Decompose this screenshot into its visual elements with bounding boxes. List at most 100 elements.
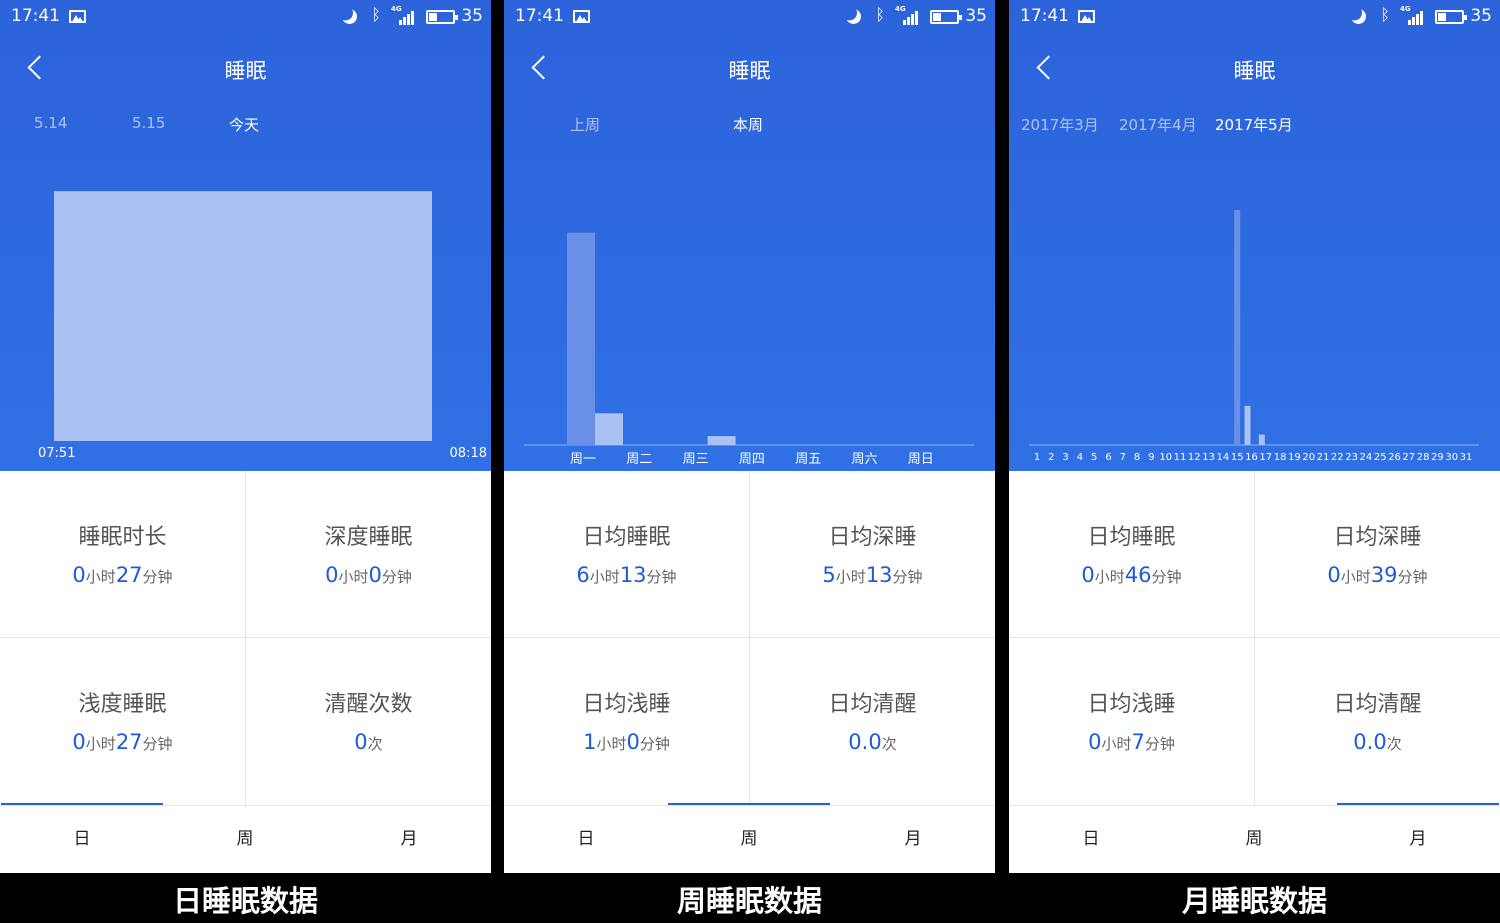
tab-bar: 日 周 月: [0, 805, 491, 873]
tab-day[interactable]: 日: [1009, 806, 1173, 873]
x-tick-label: 7: [1120, 452, 1126, 463]
period-item-active[interactable]: 今天: [229, 114, 259, 135]
x-tick-label: 周三: [683, 452, 709, 467]
stat-value: 0小时0分钟: [325, 563, 412, 587]
signal-icon: 4G: [1400, 5, 1426, 25]
deep-sleep-bar: [1234, 210, 1241, 445]
stat-label: 日均睡眠: [1087, 525, 1176, 550]
x-tick-label: 23: [1345, 452, 1358, 463]
tab-month[interactable]: 月: [831, 806, 995, 873]
caption-week: 周睡眠数据: [676, 884, 822, 918]
divider: [245, 471, 246, 805]
period-item[interactable]: 5.15: [132, 114, 165, 132]
stat-awake-count: 清醒次数 0次: [246, 638, 491, 805]
x-tick-label: 31: [1460, 452, 1473, 463]
tab-bar: 日 周 月: [1009, 805, 1500, 873]
divider: [1009, 637, 1500, 638]
stat-label: 日均深睡: [828, 525, 917, 550]
stat-value: 6小时13分钟: [576, 563, 677, 587]
tab-month[interactable]: 月: [327, 806, 491, 873]
stat-label: 日均深睡: [1333, 525, 1422, 550]
stat-light-sleep: 浅度睡眠 0小时27分钟: [0, 638, 245, 805]
period-item[interactable]: 上周: [570, 114, 600, 135]
stat-value: 0.0次: [1353, 730, 1402, 754]
x-tick-label: 5: [1091, 452, 1097, 463]
period-item-active[interactable]: 本周: [733, 114, 763, 135]
battery-icon: [426, 10, 458, 24]
x-tick-label: 10: [1159, 452, 1172, 463]
week-panel: 17:41 ᛒ 4G 35 睡眠 上周 本周 周一 周二 周三 周四 周五 周六 周日 日均…: [504, 0, 995, 873]
divider: [1254, 471, 1255, 805]
battery-icon: [1435, 10, 1467, 24]
period-item[interactable]: 2017年4月: [1119, 114, 1197, 135]
caption-day: 日睡眠数据: [172, 884, 318, 918]
signal-icon: 4G: [895, 5, 921, 25]
divider: [504, 637, 995, 638]
sleep-chart-month: 1 2 3 4 5 6 7 8 9 10 11 12 13 14 15 16 17 18 19 20 21 22 23 24 2…: [1029, 210, 1479, 463]
do-not-disturb-icon: [340, 7, 359, 26]
x-tick-label: 22: [1331, 452, 1344, 463]
stat-label: 清醒次数: [324, 692, 413, 717]
tab-day[interactable]: 日: [504, 806, 668, 873]
bluetooth-icon: ᛒ: [371, 5, 381, 24]
x-tick-label: 25: [1374, 452, 1387, 463]
divider: [749, 471, 750, 805]
period-item[interactable]: 5.14: [34, 114, 67, 132]
x-tick-label: 周二: [626, 452, 652, 467]
stat-label: 深度睡眠: [324, 525, 413, 550]
stat-label: 日均浅睡: [1087, 692, 1176, 717]
bluetooth-icon: ᛒ: [875, 5, 885, 24]
tab-week[interactable]: 周: [1172, 806, 1336, 873]
x-tick-label: 周一: [570, 452, 596, 467]
image-icon: [1078, 10, 1095, 23]
sleep-chart-day: 07:51 08:18: [38, 191, 487, 461]
image-icon: [69, 10, 86, 23]
x-tick-label: 周五: [795, 452, 821, 467]
x-tick-label: 6: [1105, 452, 1111, 463]
battery-icon: [930, 10, 962, 24]
tab-month[interactable]: 月: [1336, 806, 1500, 873]
x-tick-label: 24: [1360, 452, 1373, 463]
status-bar: 17:41 ᛒ 4G 35: [1009, 0, 1500, 36]
x-tick-label: 20: [1302, 452, 1315, 463]
stat-value: 5小时13分钟: [822, 563, 923, 587]
do-not-disturb-icon: [844, 7, 863, 26]
period-item-active[interactable]: 2017年5月: [1215, 114, 1293, 135]
light-sleep-bar: [707, 436, 736, 445]
sleep-segment-bar: [54, 191, 432, 441]
tab-week[interactable]: 周: [667, 806, 831, 873]
tab-week[interactable]: 周: [163, 806, 327, 873]
stat-label: 浅度睡眠: [78, 692, 167, 717]
status-time: 17:41: [1020, 6, 1069, 26]
battery-level: 35: [965, 6, 987, 26]
light-sleep-bar: [1244, 405, 1251, 445]
tab-day[interactable]: 日: [0, 806, 164, 873]
stat-avg-sleep: 日均睡眠 0小时46分钟: [1009, 471, 1254, 638]
deep-sleep-bar: [567, 232, 595, 445]
caption-month: 月睡眠数据: [1181, 884, 1327, 918]
x-tick-label: 28: [1417, 452, 1430, 463]
sleep-chart-week: 周一 周二 周三 周四 周五 周六 周日: [524, 232, 974, 467]
stat-deep-sleep: 深度睡眠 0小时0分钟: [246, 471, 491, 638]
x-tick-label: 29: [1431, 452, 1444, 463]
page-title: 睡眠: [1233, 59, 1276, 83]
x-tick-label: 1: [1034, 452, 1040, 463]
page-title: 睡眠: [224, 59, 267, 83]
period-item[interactable]: 2017年3月: [1021, 114, 1099, 135]
battery-level: 35: [461, 6, 483, 26]
image-icon: [573, 10, 590, 23]
stat-value: 0小时46分钟: [1081, 563, 1182, 587]
stat-value: 0小时39分钟: [1327, 563, 1428, 587]
x-tick-label: 13: [1202, 452, 1215, 463]
stat-avg-awake: 日均清醒 0.0次: [1255, 638, 1500, 805]
status-time: 17:41: [11, 6, 60, 26]
x-tick-label: 30: [1445, 452, 1458, 463]
stat-value: 0小时27分钟: [72, 730, 173, 754]
x-tick-label: 4: [1077, 452, 1083, 463]
x-tick-label: 8: [1134, 452, 1140, 463]
battery-level: 35: [1470, 6, 1492, 26]
x-tick-label: 2: [1048, 452, 1054, 463]
stat-value: 0.0次: [848, 730, 897, 754]
x-tick-label: 9: [1148, 452, 1154, 463]
x-tick-label: 08:18: [450, 446, 487, 461]
